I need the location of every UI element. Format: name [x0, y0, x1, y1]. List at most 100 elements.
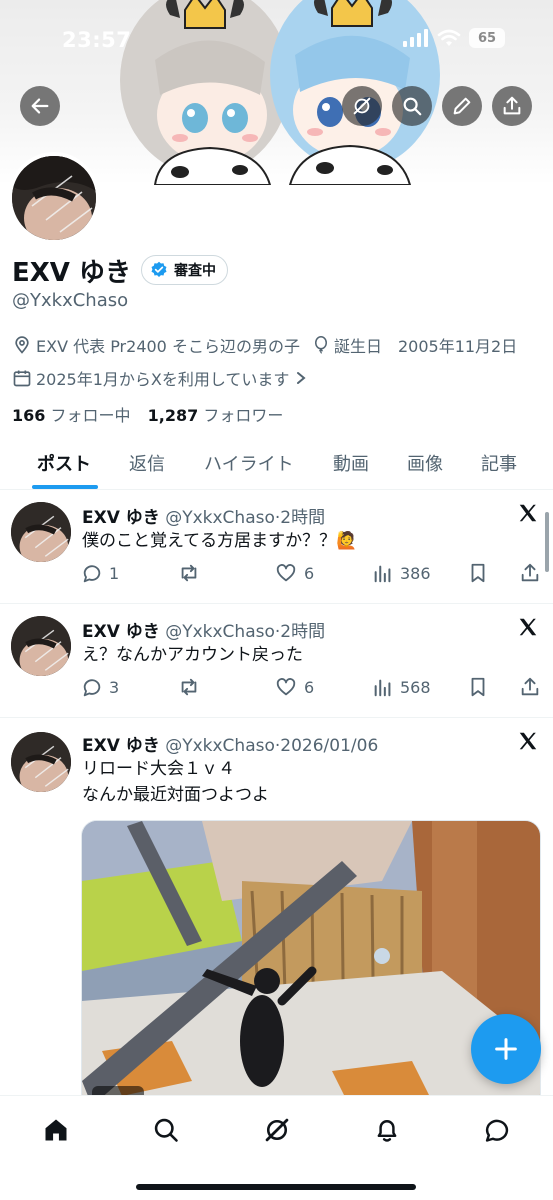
bookmark-button[interactable] — [467, 676, 489, 698]
plus-icon — [495, 1038, 517, 1060]
like-button[interactable]: 6 — [274, 676, 314, 698]
nav-messages[interactable] — [477, 1110, 517, 1150]
views-icon — [374, 565, 391, 583]
share-post-button[interactable] — [519, 562, 541, 584]
followers-link[interactable]: 1,287 フォロワー — [148, 406, 284, 425]
calendar-icon — [13, 370, 31, 387]
view-count: 386 — [400, 563, 431, 583]
x-logo-icon — [519, 732, 537, 750]
following-count: 166 — [12, 406, 46, 425]
nav-home[interactable] — [36, 1110, 76, 1150]
post-author-handle: @YxkxChaso — [165, 508, 275, 528]
post-author-name: EXV ゆき — [82, 622, 160, 642]
share-icon — [503, 96, 521, 115]
notifications-icon — [377, 1120, 397, 1142]
avatar-photo — [12, 156, 96, 240]
compose-post-button[interactable] — [471, 1014, 541, 1084]
signal-icon — [403, 29, 428, 47]
views-icon — [374, 679, 391, 697]
share-post-button[interactable] — [519, 676, 541, 698]
tab-replies[interactable]: 返信 — [129, 450, 165, 476]
nav-notifications[interactable] — [367, 1110, 407, 1150]
tab-videos[interactable]: 動画 — [333, 450, 369, 476]
post-media-video[interactable] — [81, 820, 541, 1110]
nav-search[interactable] — [146, 1110, 186, 1150]
post-actions: 1 6 386 — [0, 562, 553, 590]
followers-count: 1,287 — [147, 406, 199, 425]
views-button[interactable]: 568 — [372, 676, 431, 698]
post-author-name: EXV ゆき — [82, 736, 160, 756]
x-logo-icon — [519, 618, 537, 636]
post-header: EXV ゆき @YxkxChaso·2026/01/06 — [82, 736, 379, 756]
profile-tabs: ポスト 返信 ハイライト 動画 画像 記事 — [0, 440, 553, 490]
repost-button[interactable] — [177, 676, 201, 698]
verified-icon — [151, 261, 167, 277]
reply-count: 1 — [109, 563, 120, 583]
tab-posts[interactable]: ポスト — [37, 450, 91, 476]
post-author-name: EXV ゆき — [82, 508, 160, 528]
following-link[interactable]: 166 フォロー中 — [12, 406, 131, 425]
tab-articles[interactable]: 記事 — [481, 450, 517, 476]
repost-icon — [181, 564, 197, 582]
tab-images[interactable]: 画像 — [407, 450, 443, 476]
avatar-photo — [11, 502, 71, 562]
view-count: 568 — [400, 677, 431, 697]
post-author-handle: @YxkxChaso — [165, 622, 275, 642]
messages-icon — [485, 1119, 509, 1142]
follow-stats: 166 フォロー中 1,287 フォロワー — [12, 402, 283, 426]
post-item[interactable]: EXV ゆき @YxkxChaso·2時間 僕のこと覚えてる方居ますか？？🙋 1… — [0, 490, 553, 604]
like-count: 6 — [304, 677, 315, 697]
like-icon — [276, 564, 296, 582]
profile-banner: 23:57 65 — [0, 0, 553, 185]
profile-handle: @YxkxChaso — [12, 290, 129, 311]
nav-grok[interactable] — [257, 1110, 297, 1150]
reply-button[interactable]: 1 — [81, 562, 119, 584]
edit-button[interactable] — [442, 86, 482, 126]
battery-indicator: 65 — [469, 28, 505, 48]
post-item[interactable]: EXV ゆき @YxkxChaso·2時間 え？なんかアカウント戻った 3 6 … — [0, 604, 553, 718]
bookmark-icon — [471, 677, 485, 697]
post-header: EXV ゆき @YxkxChaso·2時間 — [82, 508, 326, 528]
search-icon — [154, 1118, 178, 1142]
tab-highlights[interactable]: ハイライト — [204, 450, 294, 476]
post-text-line: なんか最近対面つよつよ — [82, 785, 269, 805]
like-count: 6 — [304, 563, 315, 583]
like-button[interactable]: 6 — [274, 562, 314, 584]
repost-button[interactable] — [177, 562, 201, 584]
profile-avatar[interactable] — [8, 152, 100, 244]
post-avatar[interactable] — [11, 502, 71, 562]
post-avatar[interactable] — [11, 732, 71, 792]
avatar-photo — [11, 732, 71, 792]
status-time: 23:57 — [62, 28, 132, 52]
repost-icon — [181, 678, 197, 696]
search-button[interactable] — [392, 86, 432, 126]
post-actions: 3 6 568 — [0, 676, 553, 704]
share-button[interactable] — [492, 86, 532, 126]
post-text: 僕のこと覚えてる方居ますか？？🙋 — [82, 531, 358, 551]
scrollbar[interactable] — [545, 512, 549, 572]
post-author-handle: @YxkxChaso — [165, 736, 275, 756]
home-icon — [45, 1119, 67, 1141]
post-time: 2026/01/06 — [280, 736, 379, 756]
avatar-photo — [11, 616, 71, 676]
verification-badge[interactable]: 審査中 — [141, 255, 228, 285]
reply-count: 3 — [109, 677, 120, 697]
bookmark-icon — [471, 563, 485, 583]
reply-icon — [83, 679, 101, 697]
verification-badge-label: 審査中 — [174, 263, 216, 279]
joined-date: 2025年1月からXを利用しています — [36, 370, 290, 389]
post-time: 2時間 — [280, 508, 326, 528]
post-avatar[interactable] — [11, 616, 71, 676]
display-name: EXV ゆき — [12, 258, 131, 288]
home-indicator — [136, 1184, 416, 1190]
views-button[interactable]: 386 — [372, 562, 431, 584]
share-icon — [521, 563, 539, 582]
reply-button[interactable]: 3 — [81, 676, 119, 698]
status-icons: 65 — [403, 28, 505, 48]
grok-button[interactable] — [342, 86, 382, 126]
chevron-right-icon — [297, 372, 306, 384]
back-button[interactable] — [20, 86, 60, 126]
bookmark-button[interactable] — [467, 562, 489, 584]
birthday-label: 誕生日 — [333, 337, 382, 356]
joined-row[interactable]: 2025年1月からXを利用しています — [12, 366, 307, 390]
